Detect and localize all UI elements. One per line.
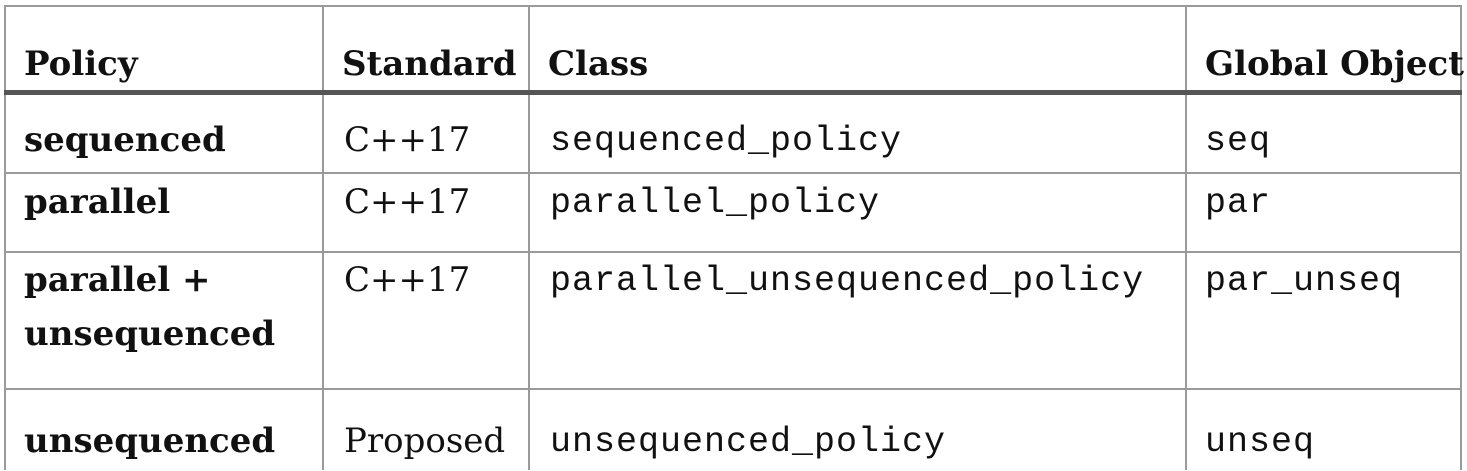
execution-policy-table: Policy Standard Class Global Object sequ… (4, 5, 1464, 470)
table-row: parallel + unsequenced C++17 parallel_un… (4, 251, 1462, 390)
cell-class: parallel_policy (528, 172, 1187, 253)
table-row: unsequenced Proposed unsequenced_policy … (4, 388, 1462, 470)
cell-policy: parallel + unsequenced (4, 251, 324, 390)
cell-standard: C++17 (322, 251, 530, 390)
header-global-object: Global Object (1185, 5, 1464, 95)
cell-global-object: par_unseq (1185, 251, 1462, 390)
cell-policy: unsequenced (4, 388, 324, 470)
cell-class: sequenced_policy (528, 91, 1187, 174)
cell-global-object: unseq (1185, 388, 1462, 470)
header-class: Class (528, 5, 1187, 95)
cell-policy: sequenced (4, 91, 324, 174)
cell-standard: Proposed (322, 388, 530, 470)
table-body: sequenced C++17 sequenced_policy seq par… (4, 91, 1462, 470)
header-policy: Policy (4, 5, 324, 95)
header-standard: Standard (322, 5, 530, 95)
table-header: Policy Standard Class Global Object (4, 5, 1464, 95)
table-row: sequenced C++17 sequenced_policy seq (4, 91, 1462, 174)
cell-class: unsequenced_policy (528, 388, 1187, 470)
cell-policy: parallel (4, 172, 324, 253)
cell-standard: C++17 (322, 172, 530, 253)
table-row: parallel C++17 parallel_policy par (4, 172, 1462, 253)
header-row: Policy Standard Class Global Object (4, 5, 1464, 95)
cell-global-object: par (1185, 172, 1462, 253)
cell-class: parallel_unsequenced_policy (528, 251, 1187, 390)
cell-standard: C++17 (322, 91, 530, 174)
cell-global-object: seq (1185, 91, 1462, 174)
